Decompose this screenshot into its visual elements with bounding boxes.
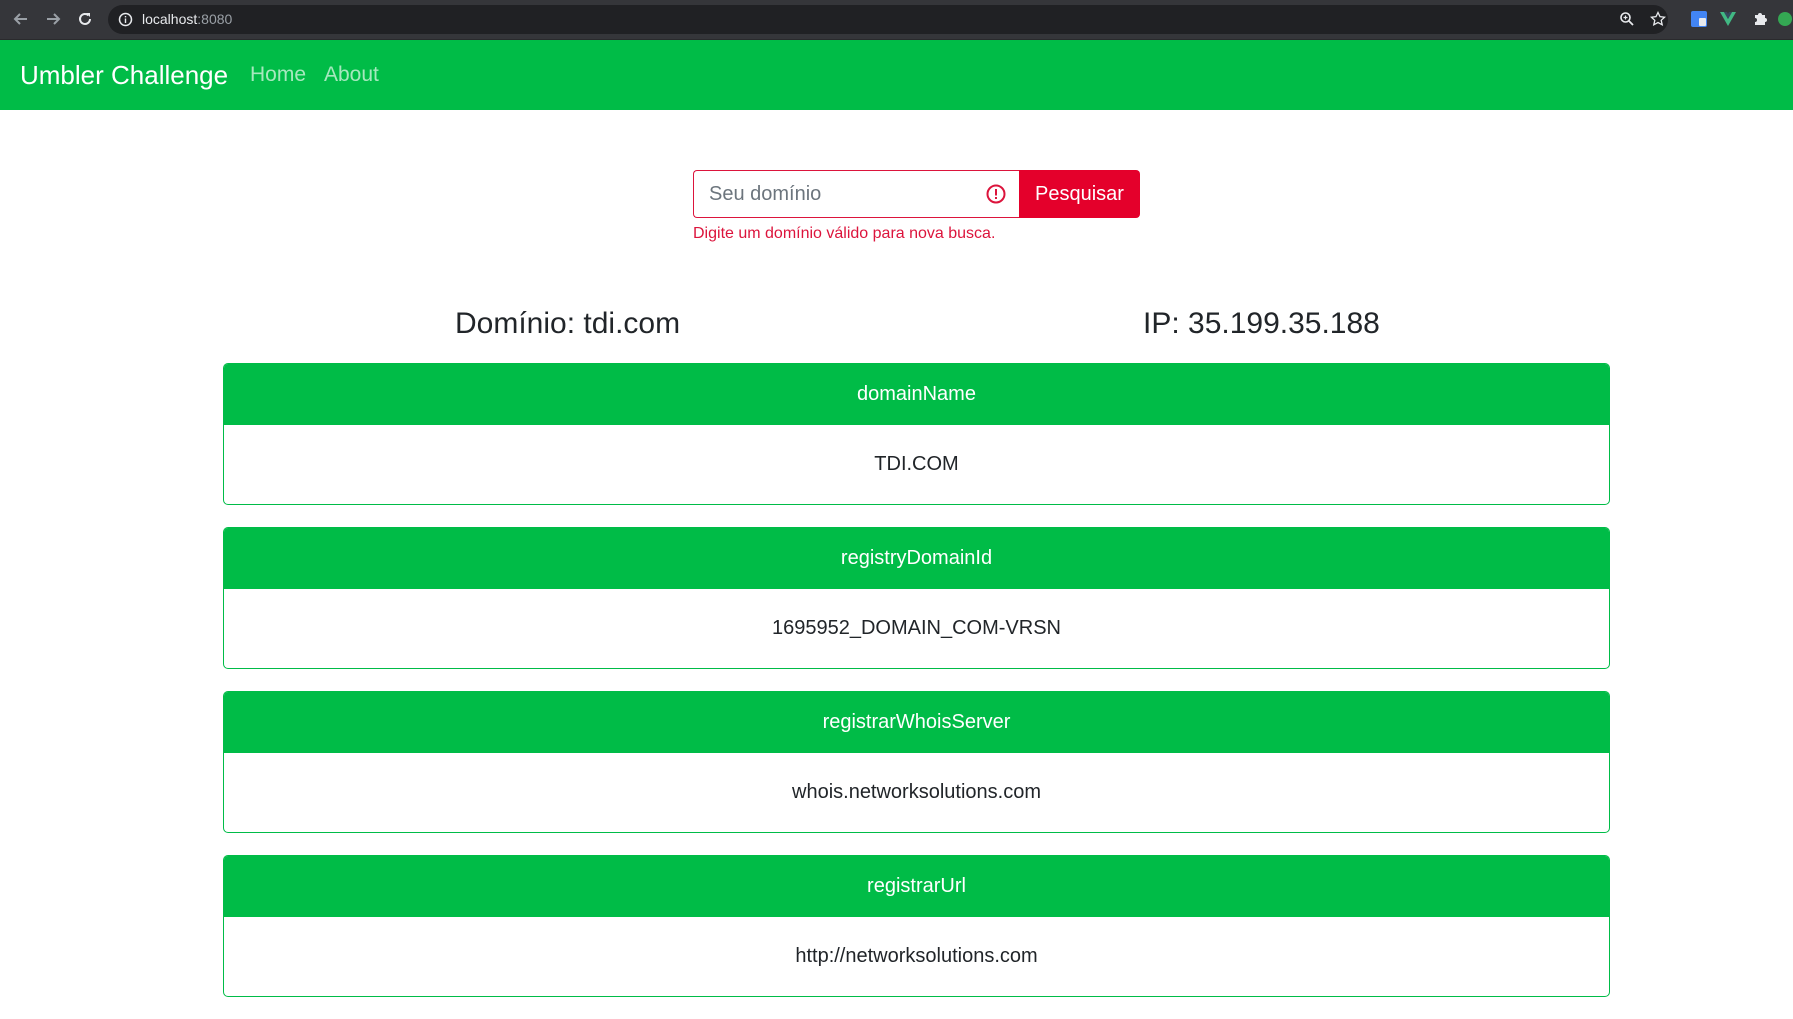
nav-link-about[interactable]: About [324,63,379,87]
browser-toolbar: localhost:8080 [0,0,1793,40]
profile-avatar-icon[interactable] [1775,9,1793,29]
forward-arrow-icon[interactable] [43,9,63,29]
reload-icon[interactable] [75,9,95,29]
summary-ip: IP: 35.199.35.188 [1143,307,1380,340]
card-header-domain-name: domainName [224,364,1609,425]
whois-card: registryDomainId 1695952_DOMAIN_COM-VRSN [223,527,1610,669]
card-value-registry-domain-id: 1695952_DOMAIN_COM-VRSN [772,617,1061,639]
card-value-registrar-whois-server: whois.networksolutions.com [792,781,1041,803]
whois-card: registrarWhoisServer whois.networksoluti… [223,691,1610,833]
whois-card: domainName TDI.COM [223,363,1610,505]
vue-devtools-icon[interactable] [1718,9,1738,29]
nav-link-home[interactable]: Home [250,63,306,87]
search-form: Pesquisar [693,170,1140,218]
domain-search-input[interactable] [693,170,1019,218]
invalid-warning-icon [985,183,1007,205]
navbar-brand[interactable]: Umbler Challenge [20,60,228,91]
card-value-domain-name: TDI.COM [874,453,959,475]
search-button[interactable]: Pesquisar [1019,170,1140,218]
zoom-icon[interactable] [1617,9,1637,29]
address-bar[interactable]: localhost:8080 [108,5,1668,34]
site-info-icon[interactable] [118,12,133,32]
card-header-registrar-url: registrarUrl [224,856,1609,917]
top-navbar: Umbler Challenge Home About [0,40,1793,110]
whois-card: registrarUrl http://networksolutions.com [223,855,1610,997]
whois-results-list: domainName TDI.COM registryDomainId 1695… [223,363,1610,1019]
card-value-registrar-url: http://networksolutions.com [795,945,1038,967]
translate-extension-icon[interactable] [1689,9,1709,29]
url-text: localhost:8080 [142,11,232,27]
extensions-puzzle-icon[interactable] [1750,9,1770,29]
bookmark-star-icon[interactable] [1648,9,1668,29]
card-header-registrar-whois-server: registrarWhoisServer [224,692,1609,753]
invalid-feedback-message: Digite um domínio válido para nova busca… [693,225,996,242]
url-host: localhost [142,11,198,27]
url-port: :8080 [197,11,233,27]
summary-domain: Domínio: tdi.com [455,307,681,340]
card-header-registry-domain-id: registryDomainId [224,528,1609,589]
back-arrow-icon[interactable] [11,9,31,29]
